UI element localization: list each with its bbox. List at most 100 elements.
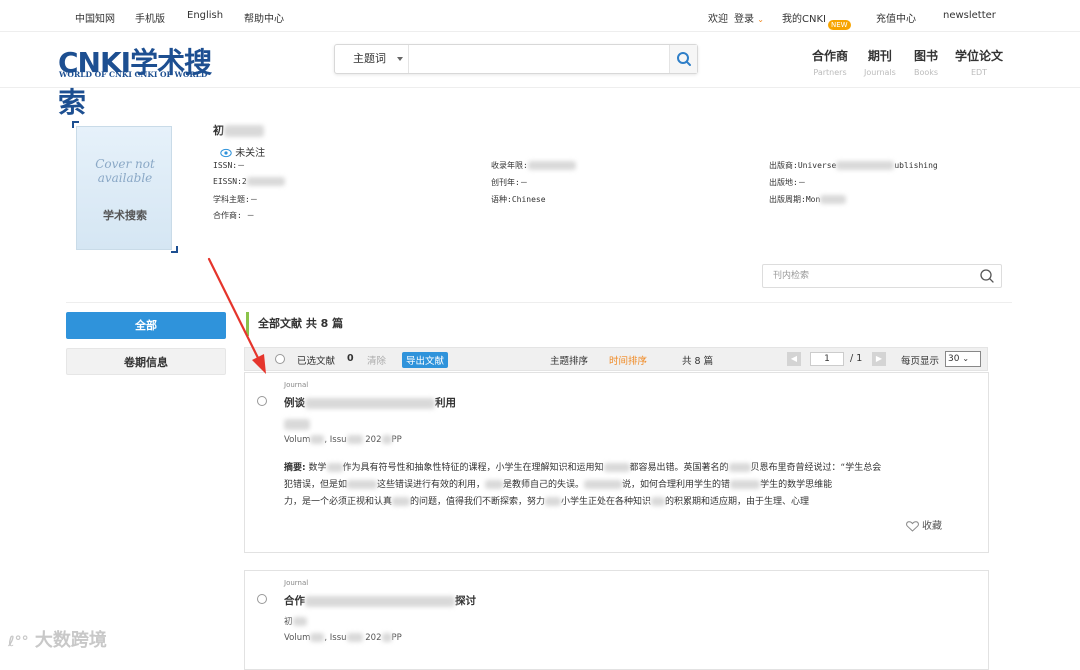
journal-frequency: 出版周期:Mon xyxy=(769,194,847,205)
redacted xyxy=(820,195,847,204)
redacted xyxy=(305,397,435,409)
per-page-select[interactable]: 30 ⌄ xyxy=(945,351,981,367)
redacted xyxy=(310,633,325,642)
frequency-text: 出版周期:Mon xyxy=(769,195,821,204)
cnki-logo[interactable]: CNKI学术搜索 WORLD OF CNKI CNKI OF WORLD xyxy=(58,41,218,119)
redacted xyxy=(381,633,392,642)
article-abstract: 摘要: 数学 作为具有符号性和抽象性特征的课程，小学生在理解知识和运用知 都容易出错… xyxy=(284,460,944,511)
new-badge: NEW xyxy=(827,20,851,30)
journal-title-text: 初 xyxy=(213,124,224,137)
favorite-button[interactable]: 收藏 xyxy=(905,517,942,532)
redacted xyxy=(292,617,307,626)
abstract-text: 的积累期和适应期，由于生理、心理 xyxy=(665,497,810,507)
journal-eissn: EISSN:2 xyxy=(213,177,285,186)
journal-founded: 创刊年:－ xyxy=(491,178,528,187)
abstract-text: 作为具有符号性和抽象性特征的课程，小学生在理解知识和运用知 xyxy=(342,463,604,473)
page-total: / 1 xyxy=(850,353,863,364)
title-end: 利用 xyxy=(435,397,456,409)
search-button[interactable] xyxy=(669,45,697,73)
my-cnki-label: 我的CNKI xyxy=(782,14,826,25)
redacted xyxy=(651,497,666,506)
journal-publisher: 出版商:Universe ublishing xyxy=(769,160,938,171)
article-type: Journal xyxy=(284,579,309,587)
journal-issn: ISSN:－ xyxy=(213,161,246,170)
redacted xyxy=(836,161,895,170)
abstract-text: 这些错误进行有效的利用， xyxy=(377,480,486,490)
watermark: ℓ°° 大数跨境 xyxy=(8,626,107,652)
my-cnki-link[interactable]: 我的CNKI NEW xyxy=(782,10,851,30)
welcome-text: 欢迎 xyxy=(708,14,728,25)
journal-language: 语种:Chinese xyxy=(491,195,546,204)
abstract-text: 数学 xyxy=(308,463,327,473)
nav-partners-label: 合作商 xyxy=(812,49,849,63)
cover-logo: 学术搜索 xyxy=(103,209,147,222)
redacted xyxy=(246,177,285,186)
meta-pp: PP xyxy=(391,633,402,643)
abstract-text: 都容易出错。英国著名的 xyxy=(629,463,729,473)
eissn-text: EISSN:2 xyxy=(213,177,247,186)
title-start: 例谈 xyxy=(284,397,305,409)
redacted xyxy=(347,480,378,489)
redacted xyxy=(346,435,363,444)
cover-text-line: available xyxy=(97,171,153,185)
login-link[interactable]: 登录 ⌄ xyxy=(734,10,764,25)
abstract-text: 小学生正处在各种知识 xyxy=(561,497,652,507)
newsletter-link[interactable]: newsletter xyxy=(943,10,996,21)
publisher-text: 出版商:Universe xyxy=(769,161,837,170)
article-title[interactable]: 合作 探讨 xyxy=(284,593,476,608)
nav-journals-en: Journals xyxy=(864,68,896,77)
nav-partners-en: Partners xyxy=(813,68,847,77)
next-page-button[interactable]: ▶ xyxy=(872,352,886,366)
per-page-value: 30 xyxy=(948,354,960,364)
link-english[interactable]: English xyxy=(187,10,223,21)
article-select-radio[interactable] xyxy=(257,396,267,406)
nav-books-en: Books xyxy=(914,68,939,77)
article-author xyxy=(284,419,310,430)
article-meta: Volum, Issu 202 PP xyxy=(284,435,402,445)
link-help[interactable]: 帮助中心 xyxy=(244,10,284,25)
eye-icon xyxy=(220,148,232,158)
page-input[interactable]: 1 xyxy=(810,352,844,366)
nav-books[interactable]: 图书 Books xyxy=(914,47,938,77)
article-select-radio[interactable] xyxy=(257,594,267,604)
search-icon[interactable] xyxy=(979,268,995,284)
article-title[interactable]: 例谈 利用 xyxy=(284,395,456,410)
clear-button[interactable]: 清除 xyxy=(367,353,386,367)
search-field-label: 主题词 xyxy=(353,52,386,65)
top-bar: 中国知网 手机版 English 帮助中心 欢迎 登录 ⌄ 我的CNKI NEW … xyxy=(0,0,1080,32)
redacted xyxy=(381,435,392,444)
link-cnki-china[interactable]: 中国知网 xyxy=(75,10,115,25)
prev-page-button[interactable]: ◀ xyxy=(787,352,801,366)
meta-year: 202 xyxy=(365,633,382,643)
redacted xyxy=(527,161,576,170)
link-mobile[interactable]: 手机版 xyxy=(135,10,165,25)
sort-time[interactable]: 时间排序 xyxy=(609,353,647,367)
redacted xyxy=(224,125,264,137)
redacted xyxy=(392,497,411,506)
nav-journals[interactable]: 期刊 Journals xyxy=(864,47,896,77)
sort-topic[interactable]: 主题排序 xyxy=(550,353,588,367)
author-text: 初 xyxy=(284,617,293,627)
journal-search-placeholder: 刊内检索 xyxy=(773,271,810,281)
title-start: 合作 xyxy=(284,595,305,607)
abstract-text: 学生的数学思维能 xyxy=(760,480,833,490)
coverage-text: 收录年限: xyxy=(491,161,528,170)
recharge-link[interactable]: 充值中心 xyxy=(876,10,916,25)
heart-icon xyxy=(905,520,919,532)
abstract-text: 是教师自己的失误。 xyxy=(503,480,585,490)
export-button[interactable]: 导出文献 xyxy=(402,352,449,368)
abstract-text: 说，如何合理利用学生的错 xyxy=(622,480,731,490)
search-field-select[interactable]: 主题词 xyxy=(335,45,409,73)
journal-cover: Cover not available 学术搜索 xyxy=(72,121,178,253)
nav-edt[interactable]: 学位论文 EDT xyxy=(955,47,1003,77)
watermark-text: 大数跨境 xyxy=(34,630,107,651)
redacted xyxy=(603,463,630,472)
redacted xyxy=(485,480,504,489)
redacted xyxy=(305,595,455,607)
nav-partners[interactable]: 合作商 Partners xyxy=(812,47,848,77)
meta-volume: Volum xyxy=(284,633,311,643)
follow-button[interactable]: 未关注 xyxy=(220,144,265,159)
journal-search-input[interactable]: 刊内检索 xyxy=(762,264,1002,288)
redacted xyxy=(326,463,343,472)
cover-text: Cover not available xyxy=(77,157,173,185)
